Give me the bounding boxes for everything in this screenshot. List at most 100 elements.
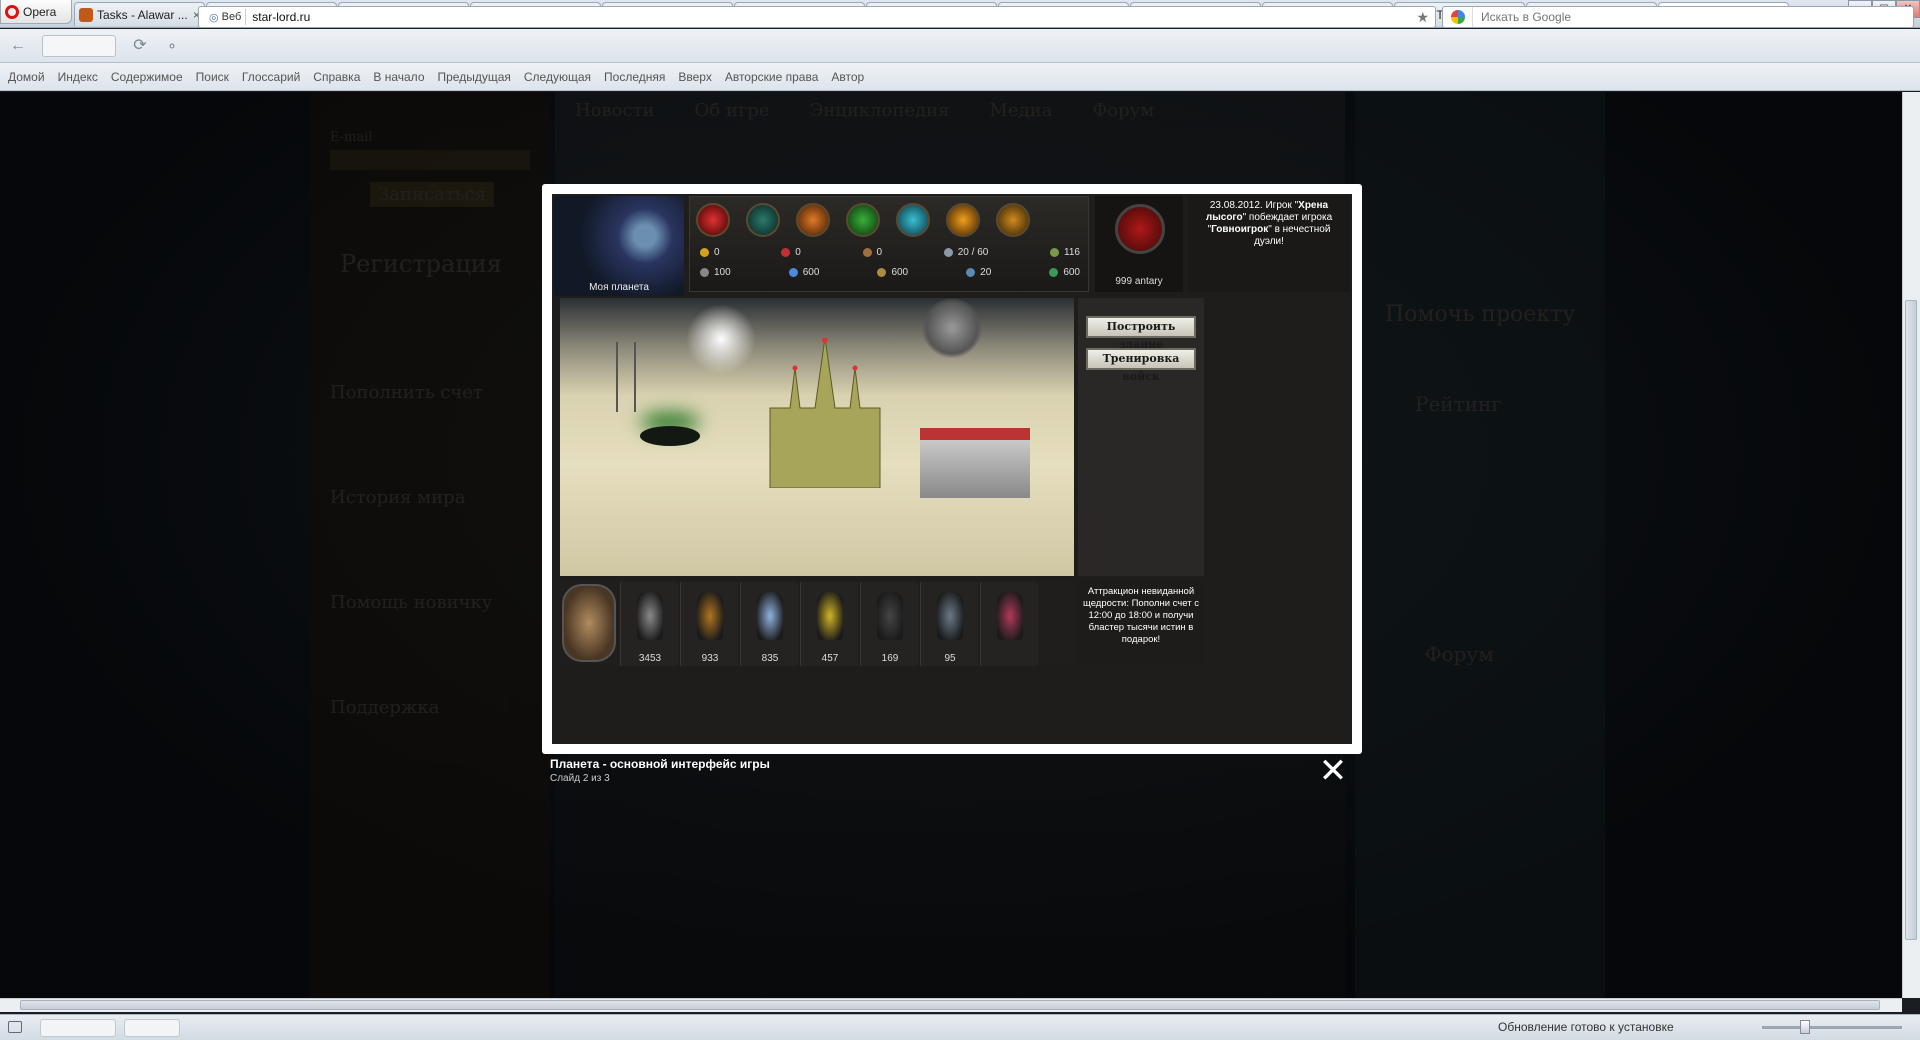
- plant-resource: 600: [1049, 267, 1080, 278]
- nav-link[interactable]: В начало: [373, 70, 424, 84]
- url-badge[interactable]: ◎ Веб: [205, 9, 247, 25]
- zoom-slider-knob[interactable]: [1800, 1020, 1810, 1034]
- beast-orb-icon[interactable]: [796, 203, 830, 237]
- url-text[interactable]: star-lord.ru: [252, 10, 1416, 24]
- magic-orb-icon[interactable]: [996, 203, 1030, 237]
- nav-link[interactable]: Предыдущая: [438, 70, 511, 84]
- action-panel: Построить здание Тренировка войск: [1078, 298, 1204, 576]
- sun-orb-icon[interactable]: [946, 203, 980, 237]
- build-button[interactable]: Построить здание: [1086, 316, 1196, 351]
- army-value: 116: [1064, 247, 1080, 258]
- bookmark-star-icon[interactable]: ★: [1416, 9, 1429, 26]
- tools-icon: [862, 248, 872, 257]
- slide-counter: Слайд 2 из 3: [550, 773, 610, 784]
- emblem-icon: [1115, 204, 1165, 254]
- lightbox-caption: Планета - основной интерфейс игры Слайд …: [550, 757, 770, 784]
- close-icon[interactable]: ✕: [1318, 754, 1348, 788]
- bug-icon: [79, 7, 93, 22]
- unit-figure: [937, 592, 963, 640]
- nav-link[interactable]: Поиск: [196, 70, 229, 84]
- energy-icon: [966, 268, 976, 277]
- nav-link[interactable]: Авторские права: [725, 70, 819, 84]
- unit-slot[interactable]: 95: [920, 582, 978, 666]
- toxic-pool[interactable]: [640, 426, 700, 446]
- target-orb-icon[interactable]: [746, 203, 780, 237]
- metal-icon: [700, 268, 709, 277]
- zoom-slider[interactable]: [1762, 1026, 1902, 1029]
- gear-value: 600: [891, 267, 909, 278]
- back-arrow-icon[interactable]: ←: [8, 37, 28, 55]
- vertical-scroll-thumb[interactable]: [1905, 300, 1917, 940]
- energy-value: 20: [980, 267, 992, 278]
- units-bar: 3453 933 835 457 169 95: [560, 580, 1074, 666]
- status-widget-1[interactable]: [40, 1019, 116, 1037]
- address-field[interactable]: ◎ Веб star-lord.ru ★: [198, 6, 1436, 28]
- metal-value: 100: [714, 267, 731, 278]
- moon: [922, 298, 982, 358]
- tab-label: Tasks - Alawar ...: [97, 7, 188, 22]
- water-orb-icon[interactable]: [896, 203, 930, 237]
- army-icon: [1050, 248, 1060, 257]
- nav-link[interactable]: Глоссарий: [242, 70, 300, 84]
- nav-link[interactable]: Автор: [831, 70, 864, 84]
- slide-title: Планета - основной интерфейс игры: [550, 757, 770, 771]
- population-value: 20 / 60: [957, 247, 989, 258]
- unit-slot[interactable]: 457: [800, 582, 858, 666]
- fire-orb-icon[interactable]: [696, 203, 730, 237]
- nav-link[interactable]: Справка: [313, 70, 360, 84]
- nav-link[interactable]: Вверх: [678, 70, 711, 84]
- unit-slot[interactable]: 835: [740, 582, 798, 666]
- hero-portrait[interactable]: [562, 584, 616, 662]
- browser-tab[interactable]: Tasks - Alawar ... ×: [74, 2, 205, 26]
- search-input[interactable]: [1473, 10, 1913, 24]
- news-middle: побеждает игрока: [1248, 212, 1333, 223]
- unit-slot[interactable]: 169: [860, 582, 918, 666]
- nav-link[interactable]: Домой: [8, 70, 45, 84]
- key-icon[interactable]: ⚬: [162, 37, 182, 55]
- reload-icon[interactable]: ⟳: [130, 37, 150, 55]
- unit-count: 933: [701, 653, 719, 664]
- plant-icon: [1049, 268, 1059, 277]
- nav-link[interactable]: Содержимое: [111, 70, 183, 84]
- navigation-links-bar: Домой Индекс Содержимое Поиск Глоссарий Справ…: [0, 63, 1920, 91]
- nav-link[interactable]: Последняя: [604, 70, 665, 84]
- forward-button[interactable]: [42, 35, 116, 57]
- unit-figure: [997, 592, 1023, 640]
- meat-value: 0: [795, 247, 801, 258]
- oil-derrick[interactable]: [616, 342, 636, 412]
- horizontal-scroll-thumb[interactable]: [20, 1000, 1880, 1010]
- unit-count: 3453: [638, 653, 662, 664]
- panel-toggle-icon[interactable]: [8, 1021, 22, 1033]
- nature-orb-icon[interactable]: [846, 203, 880, 237]
- duel-news: 23.08.2012. Игрок "Хрена лысого" побежда…: [1188, 196, 1350, 292]
- url-badge-label: Веб: [221, 11, 242, 23]
- nav-link[interactable]: Индекс: [58, 70, 98, 84]
- unit-slot[interactable]: [980, 582, 1038, 666]
- opera-menu-label: Opera: [23, 4, 57, 19]
- update-status-text[interactable]: Обновление готово к установке: [1498, 1020, 1674, 1034]
- tools-value: 0: [876, 247, 883, 258]
- resources-panel: 0 0 0 20 / 60 116 100 600 600 20 600: [689, 196, 1089, 292]
- tools-resource: 0: [862, 247, 883, 258]
- energy-resource: 20: [966, 267, 991, 278]
- train-troops-button[interactable]: Тренировка войск: [1086, 348, 1196, 383]
- factory-building[interactable]: [920, 428, 1030, 498]
- nav-link[interactable]: Следующая: [524, 70, 591, 84]
- search-engine-selector[interactable]: [1443, 7, 1473, 27]
- opera-menu-button[interactable]: Opera: [0, 0, 72, 24]
- castle-building[interactable]: [760, 338, 890, 488]
- metal-resource: 100: [700, 267, 731, 278]
- unit-count: 95: [944, 653, 956, 664]
- gear-resource: 600: [877, 267, 908, 278]
- news-date: 23.08.2012. Игрок: [1209, 200, 1292, 211]
- search-field[interactable]: [1442, 6, 1914, 28]
- unit-slot[interactable]: 3453: [620, 582, 678, 666]
- game-screenshot: Моя планета 0 0 0 20 / 60 116 100 600 60…: [552, 194, 1352, 744]
- planet-label: Моя планета: [589, 282, 649, 293]
- promo-text: Аттракцион невиданной щедрости: Пополни …: [1078, 580, 1204, 666]
- planet-scene[interactable]: [560, 298, 1074, 576]
- unit-slot[interactable]: 933: [680, 582, 738, 666]
- planet-image[interactable]: [554, 196, 684, 296]
- resources-row-1: 0 0 0 20 / 60 116: [700, 247, 1080, 258]
- status-widget-2[interactable]: [124, 1019, 180, 1037]
